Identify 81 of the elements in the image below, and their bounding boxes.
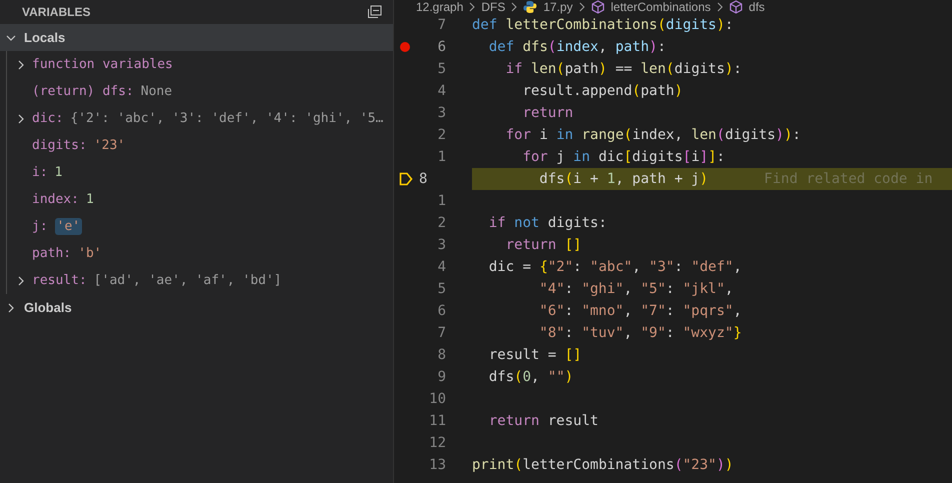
chevron-icon[interactable] [16,60,26,70]
chevron-icon[interactable] [16,114,26,124]
variable-value: '23' [94,138,126,153]
chevron-icon [6,32,16,42]
code-line: if not digits: [488,215,607,231]
code-line: "8": "tuv", "9": "wxyz"} [538,325,742,341]
cube-icon [590,0,605,14]
chevron-icon [6,302,16,312]
line-number: 7 [438,17,446,33]
breakpoint-icon[interactable] [400,42,410,52]
line-number: 6 [438,39,446,55]
variable-name: digits: [32,138,87,153]
variable-name: index: [32,192,79,207]
breadcrumb-item[interactable]: letterCombinations [610,0,711,14]
line-number: 9 [438,369,446,385]
code-line: def letterCombinations(digits): [472,17,734,33]
code-line: result = [] [488,347,582,363]
line-number: 3 [438,105,446,121]
line-number: 1 [438,193,446,209]
collapse-all-icon[interactable] [367,5,383,19]
breadcrumb-item[interactable]: dfs [748,0,765,14]
code-line: return result [488,413,598,429]
chevron-icon [716,2,723,12]
variable-value: 'e' [54,218,82,235]
variable-value: 'b' [78,246,102,261]
variable-name: i: [32,165,48,180]
chevron-icon [578,2,585,12]
variable-name: dic: [32,111,64,126]
scope-label: Locals [24,30,66,45]
line-number: 5 [438,61,446,77]
code-line: return [] [504,237,582,253]
variable-name: j: [32,219,48,234]
code-line: "6": "mno", "7": "pqrs", [538,303,742,319]
code-line: def dfs(index, path): [488,39,666,55]
variable-value: {'2': 'abc', '3': 'def', '4': 'ghi', '5… [70,111,384,126]
line-number: 6 [438,303,446,319]
chevron-icon[interactable] [16,276,26,286]
breadcrumb-item[interactable]: 12.graph [416,0,464,14]
code-line: dfs(0, "") [488,369,574,385]
line-number: 5 [438,281,446,297]
scope-label: Globals [24,300,72,315]
line-number: 13 [429,457,446,473]
code-line: dfs(i + 1, path + j) [538,171,708,187]
chevron-icon [511,2,518,12]
variable-name: result: [32,273,87,288]
line-number: 1 [438,149,446,165]
line-number: 2 [438,127,446,143]
python-file-icon [523,0,538,14]
code-line: print(letterCombinations("23")) [472,457,734,473]
line-number: 12 [429,435,446,451]
line-number: 2 [438,215,446,231]
variable-value: ['ad', 'ae', 'af', 'bd'] [94,273,282,288]
variable-value: None [140,84,172,99]
variable-name: path: [32,246,72,261]
code-line: "4": "ghi", "5": "jkl", [538,281,734,297]
variable-name: function variables [32,57,173,72]
line-number: 8 [419,171,428,187]
variable-name: (return) dfs: [32,84,134,99]
code-line: return [522,105,574,121]
code-line: result.append(path) [522,83,683,99]
code-line: for j in dic[digits[i]]: [522,149,725,165]
line-number: 11 [429,413,446,429]
line-number: 3 [438,237,446,253]
panel-title: VARIABLES [22,5,90,19]
variable-value: 1 [86,192,94,207]
line-number: 4 [438,259,446,275]
breadcrumb-item[interactable]: DFS [481,0,506,14]
chevron-icon [469,2,476,12]
line-number: 10 [429,391,446,407]
variable-value: 1 [54,165,62,180]
scope-row[interactable]: Globals [0,294,393,321]
line-number: 8 [438,347,446,363]
code-line: for i in range(index, len(digits)): [504,127,801,143]
line-number: 4 [438,83,446,99]
code-line: if len(path) == len(digits): [504,61,742,77]
code-line: dic = {"2": "abc", "3": "def", [488,259,742,275]
inline-hint: Find related code in [764,171,933,187]
cube-icon [728,0,743,14]
breadcrumb-item[interactable]: 17.py [543,0,573,14]
line-number: 7 [438,325,446,341]
scope-row[interactable]: Locals [0,24,393,51]
